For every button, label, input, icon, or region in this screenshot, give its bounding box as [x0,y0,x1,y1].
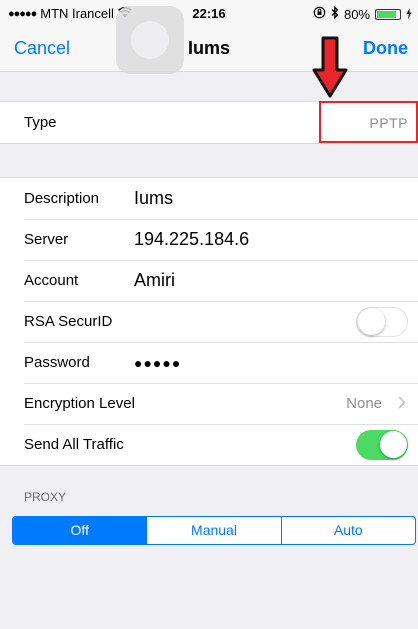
server-row: Server 194.225.184.6 [0,219,418,260]
server-label: Server [24,231,69,248]
proxy-section-header: PROXY [24,490,67,504]
encryption-level-value: None [346,395,382,412]
proxy-option-off[interactable]: Off [13,517,147,544]
bluetooth-icon [331,6,339,22]
encryption-level-label: Encryption Level [24,395,135,412]
type-value: PPTP [369,114,408,131]
proxy-option-manual[interactable]: Manual [146,517,280,544]
status-icons: 80% [313,6,412,22]
description-label: Description [24,190,100,207]
page-title: Iums [187,38,230,58]
send-all-traffic-toggle[interactable] [356,430,408,460]
type-section: Type PPTP [0,101,418,144]
password-label: Password [24,354,90,371]
vpn-settings-section: Description Iums Server 194.225.184.6 Ac… [0,177,418,466]
rsa-securid-row: RSA SecurID [0,301,418,342]
status-bar: ●●●●● MTN Irancell 22:16 80% [0,0,418,28]
account-row: Account Amiri [0,260,418,301]
charging-icon [406,7,412,22]
orientation-lock-icon [313,6,326,22]
battery-icon [375,8,401,20]
done-button[interactable]: Done [363,38,408,59]
server-field[interactable]: 194.225.184.6 [134,229,249,250]
account-label: Account [24,272,79,289]
encryption-level-row[interactable]: Encryption Level None [0,383,418,424]
bottom-empty-area [0,550,418,629]
password-row: Password ●●●●● [0,342,418,383]
navigation-bar: Cancel Iums Done [0,28,418,72]
app-switcher-overlay-icon [116,6,184,74]
type-row[interactable]: Type PPTP [0,102,418,143]
battery-percentage: 80% [343,6,370,22]
rsa-securid-label: RSA SecurID [24,313,113,330]
description-field[interactable]: Iums [134,188,173,209]
send-all-traffic-row: Send All Traffic [0,424,418,465]
description-row: Description Iums [0,178,418,219]
chevron-right-icon [398,393,406,414]
type-label: Type [24,114,57,131]
rsa-securid-toggle[interactable] [356,307,408,337]
password-field[interactable]: ●●●●● [134,355,181,371]
proxy-segmented-control: Off Manual Auto [12,516,416,545]
account-field[interactable]: Amiri [134,270,175,291]
send-all-traffic-label: Send All Traffic [24,436,124,453]
proxy-option-auto[interactable]: Auto [280,517,415,544]
